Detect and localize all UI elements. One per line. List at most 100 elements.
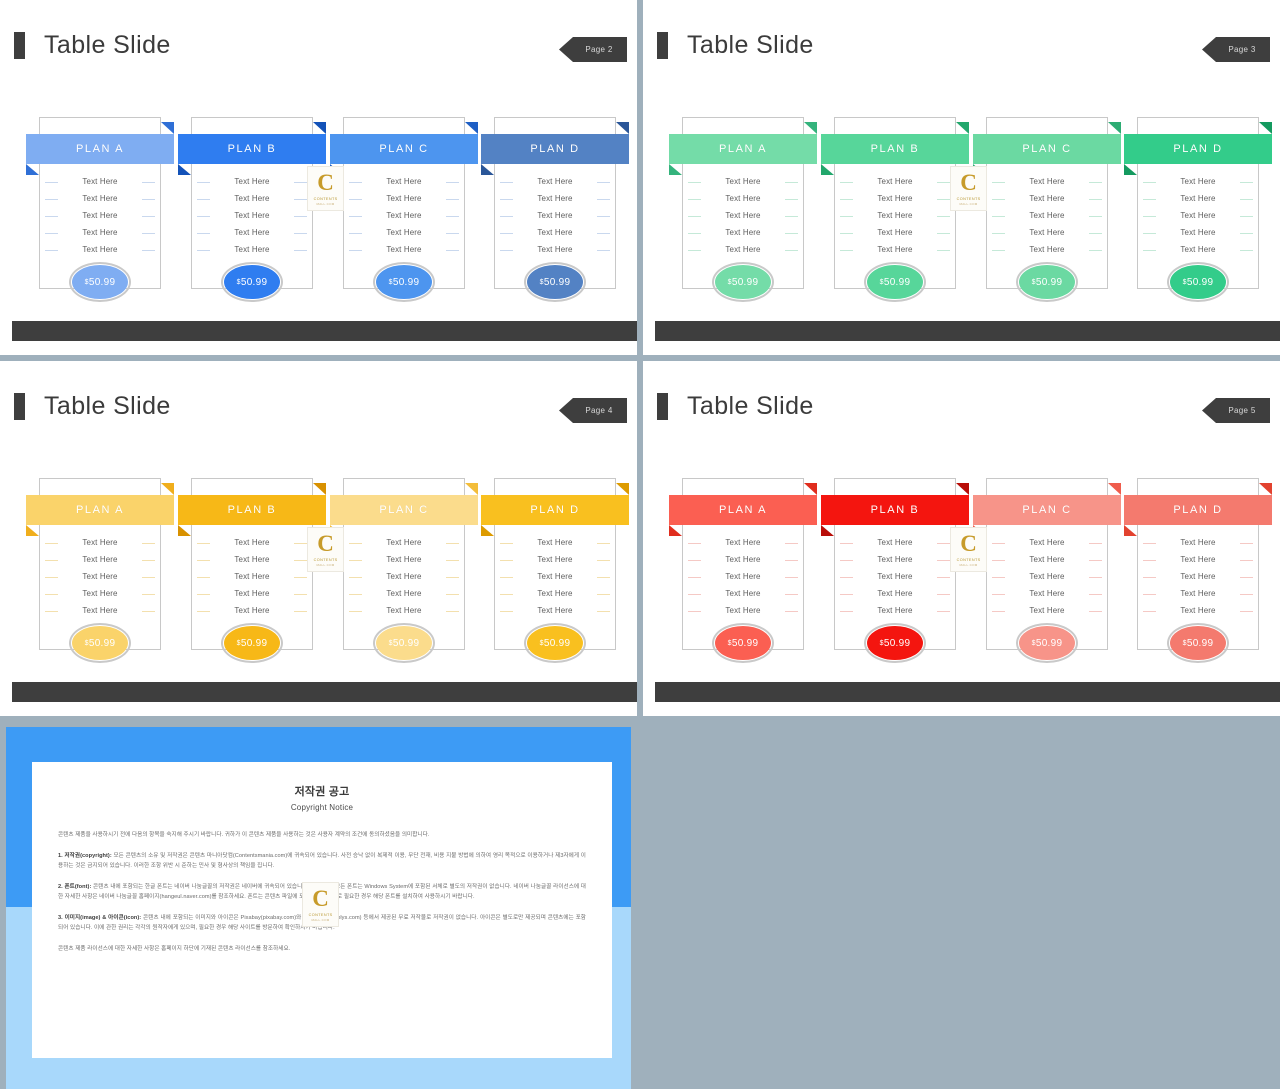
feature-row-label: Text Here — [537, 228, 573, 237]
price-badge-oval: $50.99 — [376, 626, 432, 660]
price-badge-oval: $50.99 — [715, 626, 771, 660]
feature-row: Text Here — [344, 602, 464, 619]
price-badge[interactable]: $50.99 — [1016, 623, 1078, 663]
watermark-line2: MALL.COM — [316, 201, 335, 206]
row-rule-right-icon — [294, 576, 307, 578]
feature-row: Text Here — [835, 551, 955, 568]
ribbon-fold-top-right-icon — [1108, 122, 1121, 134]
row-rule-right-icon — [142, 610, 155, 612]
feature-row-label: Text Here — [877, 194, 913, 203]
row-rule-left-icon — [688, 559, 701, 561]
feature-row-label: Text Here — [386, 228, 422, 237]
feature-row-label: Text Here — [234, 194, 270, 203]
feature-row: Text Here — [835, 224, 955, 241]
price-badge[interactable]: $50.99 — [1016, 262, 1078, 302]
row-rule-right-icon — [1240, 576, 1253, 578]
row-rule-right-icon — [142, 215, 155, 217]
feature-row: Text Here — [987, 207, 1107, 224]
plan-name-label: PLAN A — [75, 143, 125, 155]
plan-name-label: PLAN A — [718, 504, 768, 516]
row-rule-right-icon — [937, 542, 950, 544]
feature-row: Text Here — [344, 551, 464, 568]
plan-ribbon-banner: PLAN C — [330, 122, 478, 175]
price-amount: 50.99 — [1035, 637, 1063, 649]
feature-row-label: Text Here — [386, 245, 422, 254]
feature-row-label: Text Here — [1180, 245, 1216, 254]
plan-ribbon-banner: PLAN B — [178, 122, 326, 175]
plan-ribbon-banner: PLAN D — [481, 122, 629, 175]
row-rule-right-icon — [785, 198, 798, 200]
feature-row-label: Text Here — [386, 555, 422, 564]
row-rule-left-icon — [992, 232, 1005, 234]
row-rule-right-icon — [446, 559, 459, 561]
feature-row: Text Here — [40, 568, 160, 585]
feature-row-label: Text Here — [1180, 194, 1216, 203]
ribbon-fold-bottom-left-icon — [669, 164, 682, 175]
feature-row: Text Here — [40, 602, 160, 619]
feature-row: Text Here — [192, 568, 312, 585]
price-badge[interactable]: $50.99 — [1167, 262, 1229, 302]
row-rule-right-icon — [785, 249, 798, 251]
feature-row-list: Text Here Text Here Text Here Text Here Text… — [835, 534, 955, 619]
ribbon-fold-top-right-icon — [956, 483, 969, 495]
price-badge-oval: $50.99 — [1170, 265, 1226, 299]
price-amount: 50.99 — [543, 276, 571, 288]
plan-ribbon-banner: PLAN C — [973, 483, 1121, 536]
feature-row: Text Here — [40, 534, 160, 551]
price-amount: 50.99 — [1186, 637, 1214, 649]
feature-row: Text Here — [40, 207, 160, 224]
row-rule-right-icon — [785, 593, 798, 595]
row-rule-left-icon — [1143, 198, 1156, 200]
price-badge[interactable]: $50.99 — [864, 623, 926, 663]
price-badge[interactable]: $50.99 — [1167, 623, 1229, 663]
feature-row: Text Here — [835, 173, 955, 190]
feature-row-label: Text Here — [386, 211, 422, 220]
row-rule-right-icon — [1240, 249, 1253, 251]
price-badge[interactable]: $50.99 — [69, 623, 131, 663]
price-badge[interactable]: $50.99 — [69, 262, 131, 302]
feature-row: Text Here — [987, 241, 1107, 258]
row-rule-right-icon — [937, 198, 950, 200]
price-badge[interactable]: $50.99 — [864, 262, 926, 302]
price-badge-oval: $50.99 — [867, 626, 923, 660]
row-rule-right-icon — [142, 559, 155, 561]
price-amount: 50.99 — [543, 637, 571, 649]
row-rule-left-icon — [688, 198, 701, 200]
row-rule-left-icon — [1143, 559, 1156, 561]
feature-row: Text Here — [1138, 190, 1258, 207]
feature-row-label: Text Here — [386, 589, 422, 598]
row-rule-right-icon — [597, 576, 610, 578]
price-amount: 50.99 — [731, 637, 759, 649]
feature-row: Text Here — [192, 241, 312, 258]
price-badge[interactable]: $50.99 — [221, 623, 283, 663]
price-badge[interactable]: $50.99 — [712, 623, 774, 663]
price-amount: 50.99 — [1186, 276, 1214, 288]
row-rule-right-icon — [446, 249, 459, 251]
price-badge[interactable]: $50.99 — [524, 623, 586, 663]
ribbon-fold-top-right-icon — [804, 122, 817, 134]
feature-row: Text Here — [344, 190, 464, 207]
row-rule-right-icon — [294, 542, 307, 544]
feature-row-label: Text Here — [386, 538, 422, 547]
watermark-letter-icon: C — [317, 169, 334, 195]
price-badge[interactable]: $50.99 — [373, 262, 435, 302]
row-rule-left-icon — [500, 232, 513, 234]
price-badge[interactable]: $50.99 — [373, 623, 435, 663]
plan-ribbon-banner: PLAN A — [26, 122, 174, 175]
price-badge[interactable]: $50.99 — [221, 262, 283, 302]
feature-row: Text Here — [987, 568, 1107, 585]
price-badge[interactable]: $50.99 — [524, 262, 586, 302]
feature-row: Text Here — [683, 534, 803, 551]
row-rule-left-icon — [1143, 593, 1156, 595]
feature-row: Text Here — [192, 602, 312, 619]
row-rule-right-icon — [597, 232, 610, 234]
row-rule-right-icon — [937, 593, 950, 595]
feature-row-list: Text Here Text Here Text Here Text Here Text… — [40, 534, 160, 619]
feature-row: Text Here — [1138, 207, 1258, 224]
row-rule-left-icon — [500, 215, 513, 217]
feature-row: Text Here — [1138, 551, 1258, 568]
row-rule-right-icon — [937, 559, 950, 561]
price-badge[interactable]: $50.99 — [712, 262, 774, 302]
row-rule-left-icon — [1143, 249, 1156, 251]
feature-row-label: Text Here — [877, 177, 913, 186]
